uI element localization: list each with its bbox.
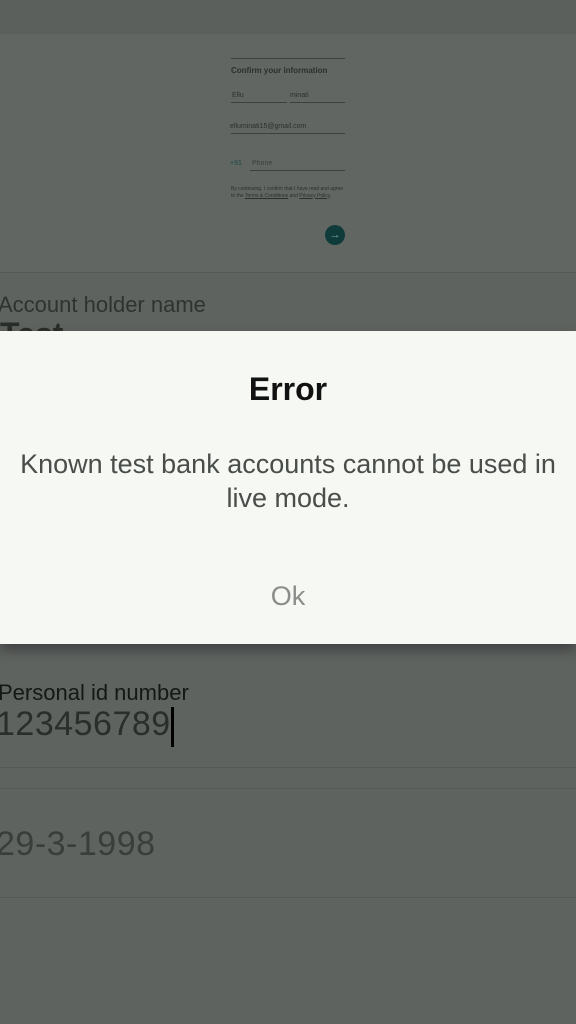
text-cursor xyxy=(171,707,174,747)
personal-id-input[interactable]: 123456789 xyxy=(0,705,171,744)
dialog-message-line-2: live mode. xyxy=(226,483,350,513)
preview-title: Confirm your information xyxy=(231,66,328,75)
section-divider xyxy=(0,272,576,273)
preview-phone-underline xyxy=(250,170,345,171)
dob-underline xyxy=(0,897,576,898)
dialog-message: Known test bank accounts cannot be used … xyxy=(0,447,576,515)
preview-phone-placeholder: Phone xyxy=(252,160,273,167)
arrow-right-icon: → xyxy=(325,225,345,245)
dialog-message-line-1: Known test bank accounts cannot be used … xyxy=(20,449,556,479)
preview-last-name: minati xyxy=(290,92,309,99)
error-dialog: Error Known test bank accounts cannot be… xyxy=(0,331,576,644)
section-divider xyxy=(0,788,576,789)
preview-email-underline xyxy=(231,133,345,134)
preview-first-name: Ellu xyxy=(232,92,244,99)
dob-input[interactable]: 29-3-1998 xyxy=(0,825,156,864)
preview-first-name-underline xyxy=(231,102,287,103)
dialog-title: Error xyxy=(248,371,328,407)
account-holder-label: Account holder name xyxy=(0,292,206,317)
preview-phone-code: +91 xyxy=(230,160,242,167)
personal-id-underline xyxy=(0,767,576,768)
personal-id-label: Personal id number xyxy=(0,680,189,705)
preview-last-name-underline xyxy=(290,102,345,103)
ok-button[interactable]: Ok xyxy=(238,571,338,621)
app-bar xyxy=(0,0,576,34)
preview-divider xyxy=(231,58,345,59)
preview-email: elluminati15@gmail.com xyxy=(230,123,307,130)
preview-terms-text: By continuing, I confirm that I have rea… xyxy=(231,186,344,199)
